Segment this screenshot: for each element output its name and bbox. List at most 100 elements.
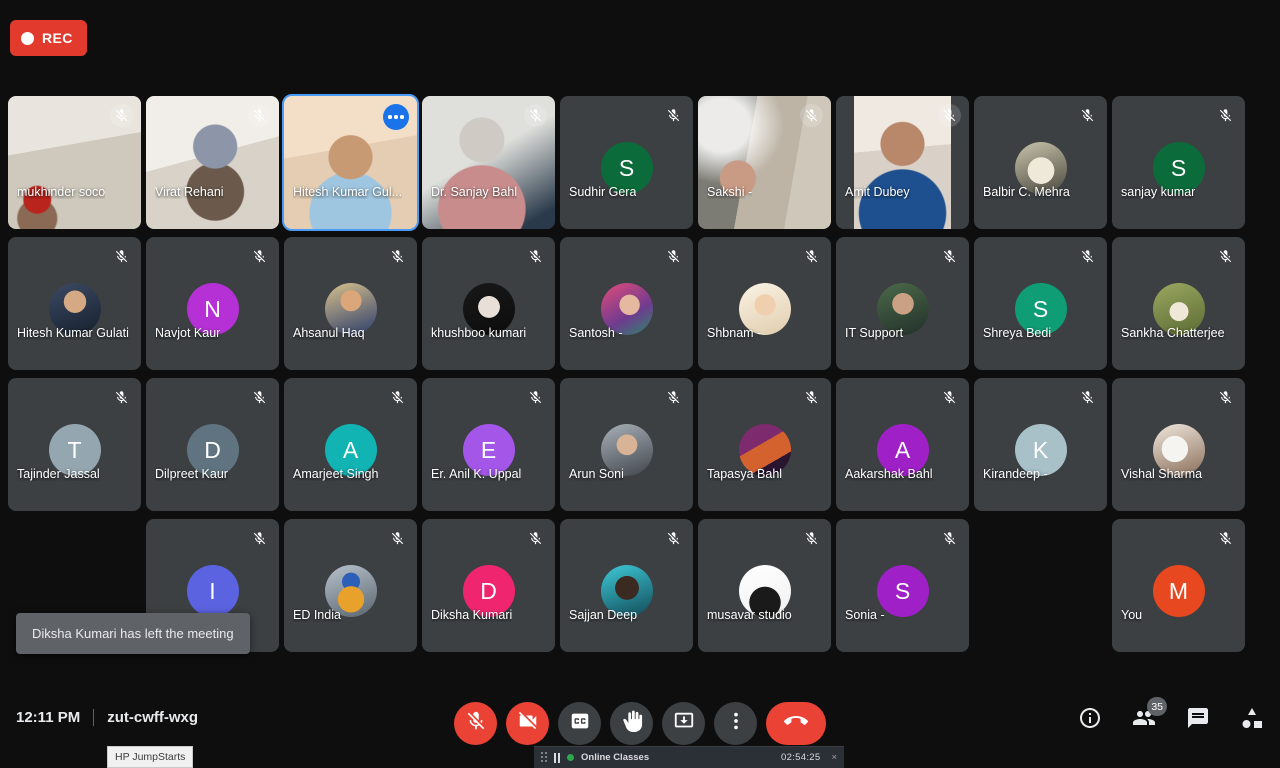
participant-tile[interactable]: khushboo kumari: [422, 237, 555, 370]
participant-name: Sankha Chatterjee: [1121, 326, 1225, 340]
participant-name: Amit Dubey: [845, 185, 910, 199]
participant-count-badge: 35: [1147, 697, 1167, 716]
present-now-button[interactable]: [662, 702, 705, 745]
participant-name: sanjay kumar: [1121, 185, 1196, 199]
participant-name: Ahsanul Haq: [293, 326, 365, 340]
microphone-off-button[interactable]: [454, 702, 497, 745]
participant-tile[interactable]: Sankha Chatterjee: [1112, 237, 1245, 370]
info-icon: [1078, 706, 1102, 735]
mic-off-icon: [1076, 104, 1099, 127]
participant-tile[interactable]: M You: [1112, 519, 1245, 652]
meeting-code: zut-cwff-wxg: [107, 709, 199, 726]
participant-name: musavar studio: [707, 608, 792, 622]
participant-tile[interactable]: Ssanjay kumar: [1112, 96, 1245, 229]
tile-more-options-button[interactable]: [383, 104, 409, 130]
raise-hand-button[interactable]: [610, 702, 653, 745]
grid-spacer: [974, 519, 1107, 652]
participant-tile[interactable]: Vishal Sharma: [1112, 378, 1245, 511]
mic-off-icon: [938, 527, 961, 550]
participant-tile[interactable]: musavar studio: [698, 519, 831, 652]
mic-off-icon: [662, 104, 685, 127]
avatar: M: [1152, 565, 1205, 617]
mic-off-icon: [110, 386, 133, 409]
mic-off-icon: [662, 245, 685, 268]
participant-tile[interactable]: Ahsanul Haq: [284, 237, 417, 370]
participant-tile[interactable]: Balbir C. Mehra: [974, 96, 1107, 229]
mic-off-icon: [524, 104, 547, 127]
participant-name: Aakarshak Bahl: [845, 467, 933, 481]
participant-tile[interactable]: D Dilpreet Kaur: [146, 378, 279, 511]
mic-off-icon: [662, 527, 685, 550]
participant-name: Arun Soni: [569, 467, 624, 481]
mic-off-icon: [386, 386, 409, 409]
phone-hangup-icon: [784, 709, 808, 738]
call-controls: [454, 702, 826, 745]
participant-tile[interactable]: T Tajinder Jassal: [8, 378, 141, 511]
participant-tile[interactable]: Tapasya Bahl: [698, 378, 831, 511]
participant-tile[interactable]: Hitesh Kumar Gulati: [8, 237, 141, 370]
more-options-button[interactable]: [714, 702, 757, 745]
participant-tile[interactable]: Sakshi -: [698, 96, 831, 229]
activities-icon: [1240, 706, 1264, 735]
video-feed: [854, 96, 951, 229]
participant-name: Sonia -: [845, 608, 885, 622]
chat-button[interactable]: [1184, 706, 1212, 734]
participant-tile[interactable]: Arun Soni: [560, 378, 693, 511]
participant-tile[interactable]: IT Support: [836, 237, 969, 370]
participant-name: Tapasya Bahl: [707, 467, 783, 481]
participant-name: mukhinder soco: [17, 185, 106, 199]
recording-label: REC: [42, 30, 73, 46]
participant-tile[interactable]: S Shreya Bedi: [974, 237, 1107, 370]
participant-tile[interactable]: K Kirandeep -: [974, 378, 1107, 511]
participant-name: Amarjeet Singh: [293, 467, 379, 481]
participant-tile[interactable]: ED India: [284, 519, 417, 652]
participant-tile[interactable]: A Aakarshak Bahl: [836, 378, 969, 511]
mic-off-icon: [938, 245, 961, 268]
participant-name: Hitesh Kumar Gulati: [17, 326, 129, 340]
end-call-button[interactable]: [766, 702, 826, 745]
participant-tile[interactable]: E Er. Anil K. Uppal: [422, 378, 555, 511]
participant-tile[interactable]: D Diksha Kumari: [422, 519, 555, 652]
participant-name: Dilpreet Kaur: [155, 467, 228, 481]
participant-tile[interactable]: Dr. Sanjay Bahl: [422, 96, 555, 229]
mic-off-icon: [800, 527, 823, 550]
participant-tile[interactable]: A Amarjeet Singh: [284, 378, 417, 511]
activities-button[interactable]: [1238, 706, 1266, 734]
participant-tile[interactable]: N Navjot Kaur: [146, 237, 279, 370]
status-dot-icon: [567, 754, 574, 761]
participant-tile[interactable]: Sajjan Deep: [560, 519, 693, 652]
participant-name: Er. Anil K. Uppal: [431, 467, 522, 481]
participant-tile[interactable]: Santosh -: [560, 237, 693, 370]
meeting-screen: REC mukhinder soco Virat Rehani Hitesh Kum…: [0, 0, 1280, 768]
participant-grid: mukhinder soco Virat Rehani Hitesh Kumar G…: [8, 94, 1274, 660]
participant-name: Santosh -: [569, 326, 623, 340]
participant-tile[interactable]: Virat Rehani: [146, 96, 279, 229]
recording-strip[interactable]: Online Classes 02:54:25 ×: [534, 746, 844, 768]
participant-name: Diksha Kumari: [431, 608, 513, 622]
cc-icon: [569, 710, 591, 737]
participant-name: khushboo kumari: [431, 326, 527, 340]
participant-tile[interactable]: mukhinder soco: [8, 96, 141, 229]
pause-icon[interactable]: [554, 752, 560, 763]
participant-tile[interactable]: S Sonia -: [836, 519, 969, 652]
captions-button[interactable]: [558, 702, 601, 745]
mic-off-icon: [800, 104, 823, 127]
participant-tile[interactable]: Shbnam -: [698, 237, 831, 370]
participant-name: Hitesh Kumar Gul...: [293, 185, 403, 199]
drag-handle-icon[interactable]: [541, 752, 547, 763]
mic-off-icon: [465, 710, 487, 737]
mic-off-icon: [1076, 245, 1099, 268]
camera-off-button[interactable]: [506, 702, 549, 745]
participant-tile[interactable]: S Sudhir Gera: [560, 96, 693, 229]
camera-off-icon: [517, 710, 539, 737]
mic-off-icon: [938, 386, 961, 409]
close-icon[interactable]: ×: [827, 752, 837, 763]
meeting-details-button[interactable]: [1076, 706, 1104, 734]
taskbar-tooltip: HP JumpStarts: [107, 746, 194, 768]
participant-tile[interactable]: Hitesh Kumar Gul...: [282, 94, 419, 231]
participant-name: Tajinder Jassal: [17, 467, 100, 481]
show-everyone-button[interactable]: 35: [1130, 697, 1167, 734]
participant-name: Balbir C. Mehra: [983, 185, 1070, 199]
participant-name: Virat Rehani: [155, 185, 224, 199]
participant-tile[interactable]: Amit Dubey: [836, 96, 969, 229]
